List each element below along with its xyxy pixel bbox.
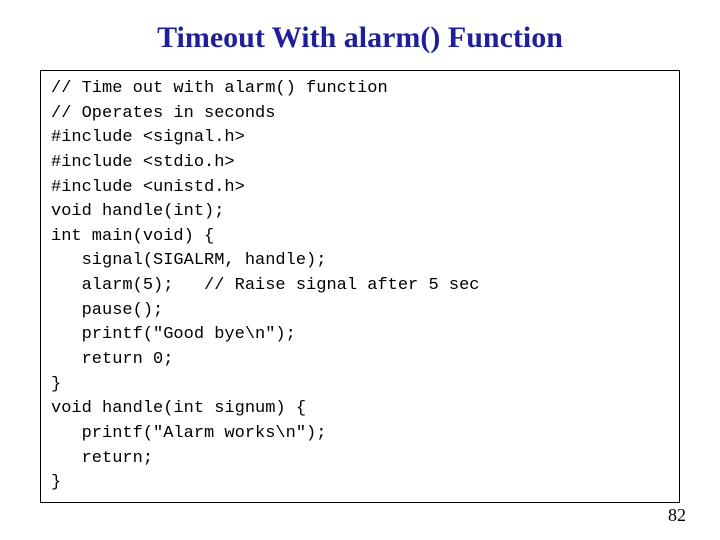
slide-title: Timeout With alarm() Function [40, 20, 680, 56]
page-number: 82 [668, 505, 686, 526]
slide: Timeout With alarm() Function // Time ou… [0, 0, 720, 540]
code-block: // Time out with alarm() function // Ope… [40, 70, 680, 503]
